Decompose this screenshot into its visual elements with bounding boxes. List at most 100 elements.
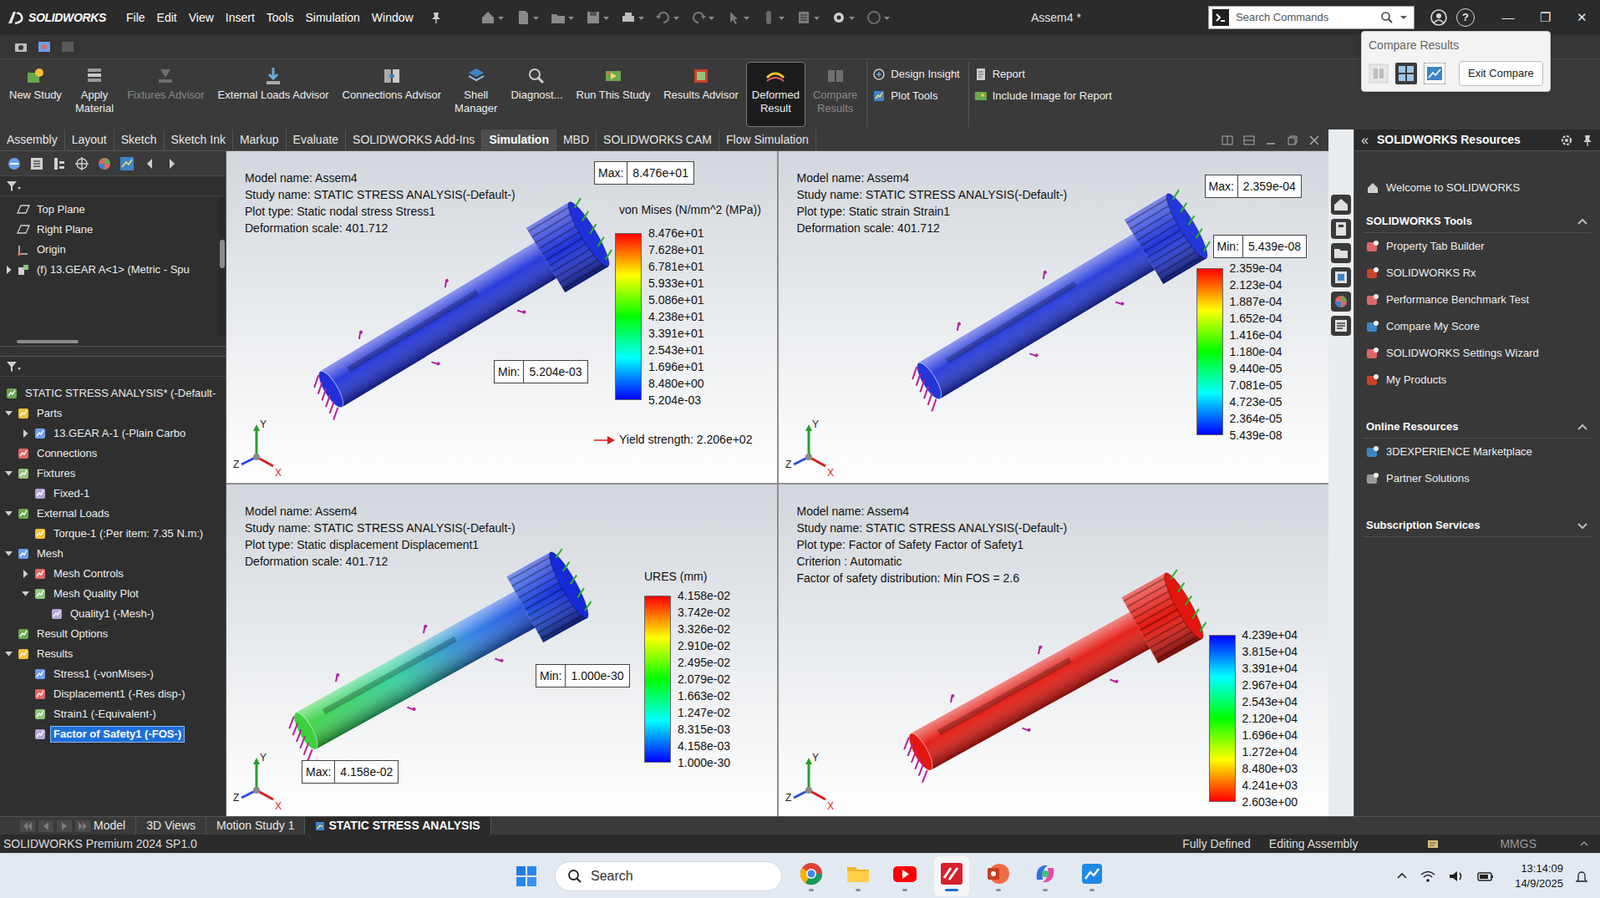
toolbar-button[interactable] [795,9,820,26]
taskbar-app[interactable] [980,856,1016,897]
expand-arrow-icon[interactable] [20,427,32,440]
chevron-down-icon[interactable] [1576,519,1589,532]
taskbar-app[interactable] [934,856,970,897]
model-tab[interactable]: Model [83,817,137,835]
collapse-arrow-icon[interactable] [20,588,32,600]
task-pane-tab[interactable] [1330,194,1352,215]
ribbon-button[interactable]: Results Advisor [657,61,745,127]
command-tab[interactable]: Sketch [114,129,165,151]
command-tab[interactable]: Assembly [0,129,66,151]
ribbon-small-button[interactable]: Report [974,65,1113,84]
chevron-up-icon[interactable] [1576,421,1589,433]
min-callout[interactable]: Min:5.204e-03 [493,360,589,384]
resource-link[interactable]: My Products [1362,366,1592,394]
tree-item[interactable]: Result Options [0,624,226,645]
tree-item[interactable]: Fixtures [0,463,226,484]
window-control-button[interactable]: — [1489,8,1527,28]
task-pane-tab[interactable] [1330,267,1352,288]
resource-link[interactable]: Partner Solutions [1362,465,1592,493]
taskbar-search[interactable]: Search [554,861,783,892]
scrollbar[interactable] [218,196,226,337]
tree-item[interactable]: (f) 13.GEAR A<1> (Metric - Spu [0,259,219,280]
command-tab[interactable]: Sketch Ink [164,129,234,151]
scrollbar-thumb[interactable] [16,340,79,344]
viewport[interactable]: Model name: Assem4Study name: STATIC STR… [778,484,1330,817]
command-tab[interactable]: MBD [556,129,597,151]
tree-item[interactable]: External Loads [0,503,226,524]
ribbon-small-button[interactable]: Plot Tools [872,86,960,106]
ribbon-button[interactable]: Run This Study [570,61,657,127]
horizontal-scrollbar[interactable] [0,336,226,347]
menu-item[interactable]: File [120,5,152,31]
command-tab[interactable]: Layout [65,129,115,151]
ribbon-button[interactable]: External Loads Advisor [212,61,336,127]
toolbar-button[interactable] [760,9,785,26]
tree-item[interactable]: Mesh Quality Plot [0,584,226,605]
resource-link[interactable]: Property Tab Builder [1362,233,1592,260]
menu-item[interactable]: Edit [151,5,183,31]
toolbar-button[interactable] [514,9,539,26]
resource-section-header[interactable]: SOLIDWORKS Tools [1362,209,1592,234]
collapse-arrow-icon[interactable] [3,507,16,520]
nav-button[interactable] [20,820,36,833]
ribbon-button[interactable]: CompareResults [807,61,864,127]
viewport[interactable]: Model name: Assem4Study name: STATIC STR… [226,484,778,817]
shaft[interactable] [898,187,1217,421]
ribbon-button[interactable]: Fixtures Advisor [121,61,210,127]
task-pane-tab[interactable] [1330,291,1352,312]
toolbar-button[interactable] [690,9,715,26]
command-tab[interactable]: Simulation [482,129,557,151]
taskbar-app[interactable] [793,856,829,897]
resource-link[interactable]: Performance Benchmark Test [1362,286,1592,314]
tree-item[interactable]: Right Plane [0,219,219,240]
tree-item[interactable]: Fixed-1 [0,483,226,504]
command-tab[interactable]: SOLIDWORKS Add-Ins [345,129,483,151]
menu-item[interactable]: Tools [260,5,300,31]
taskbar-app[interactable] [1027,856,1063,897]
resource-link[interactable]: SOLIDWORKS Rx [1362,259,1592,287]
tree-item[interactable]: Mesh Controls [0,563,226,585]
collapse-arrow-icon[interactable] [3,648,16,661]
tree-item[interactable]: Results [0,644,226,665]
toolbar-button[interactable] [865,9,890,26]
help-button[interactable]: ? [1456,8,1475,27]
taskbar-app[interactable] [1074,856,1110,897]
tree-filter[interactable] [0,356,226,377]
toolbar-button[interactable] [479,9,504,26]
nav-button[interactable] [56,820,72,833]
search-commands[interactable] [1208,5,1415,30]
tree-item[interactable]: Displacement1 (-Res disp-) [0,684,226,705]
tree-item[interactable]: Stress1 (-vonMises-) [0,664,226,685]
collapse-arrow-icon[interactable] [3,467,16,480]
toolbar-button[interactable] [725,9,750,26]
model-tab[interactable]: 3D Views [136,817,207,835]
toolbar-button[interactable] [655,9,680,26]
shaft[interactable] [890,567,1213,792]
collapse-arrow-icon[interactable] [3,548,16,560]
exit-compare-button[interactable]: Exit Compare [1458,60,1544,87]
welcome-link[interactable]: Welcome to SOLIDWORKS [1362,174,1592,202]
start-button[interactable] [509,859,544,894]
toolbar-button[interactable] [549,9,574,26]
tree-item[interactable]: Origin [0,239,219,260]
search-input[interactable] [1235,9,1374,26]
viewport[interactable]: Model name: Assem4Study name: STATIC STR… [778,151,1330,483]
ribbon-button[interactable]: Diagnost... [504,61,569,127]
task-pane-tab[interactable] [1330,243,1352,264]
resource-link[interactable]: SOLIDWORKS Settings Wizard [1362,340,1592,367]
toolbar-button[interactable] [830,9,855,26]
toolbar-button[interactable] [584,9,610,26]
taskbar-app[interactable] [887,856,923,897]
min-callout[interactable]: Min:1.000e-30 [535,664,630,688]
shaft[interactable] [275,546,598,771]
menu-item[interactable]: View [182,5,220,31]
command-tab[interactable]: Flow Simulation [719,129,817,151]
tree-item[interactable]: STATIC STRESS ANALYSIS* (-Default- [0,383,226,404]
menu-item[interactable]: Insert [219,5,261,31]
max-callout[interactable]: Max:2.359e-04 [1204,174,1302,199]
tree-item[interactable]: Top Plane [0,199,219,220]
tree-item[interactable]: Quality1 (-Mesh-) [0,604,226,625]
nav-button[interactable] [38,820,54,833]
taskbar-app[interactable] [840,856,876,897]
min-callout[interactable]: Min:5.439e-08 [1213,234,1308,259]
